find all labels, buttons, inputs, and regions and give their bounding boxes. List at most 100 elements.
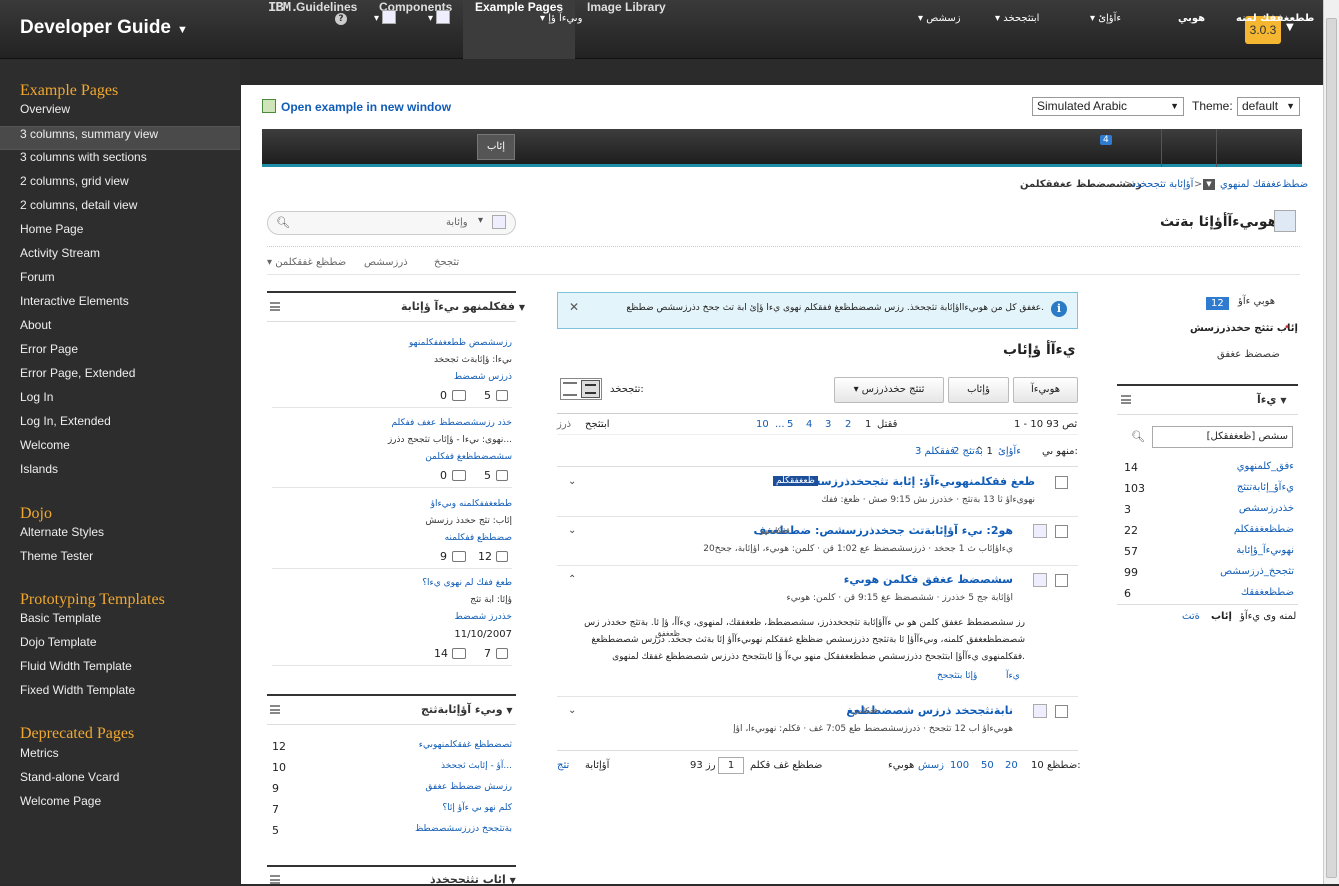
breadcrumb-link-2[interactable]: آؤإئابة تثجحخدذ (1131, 179, 1193, 190)
widget-item-link[interactable]: ذرزس شصضط (272, 372, 512, 382)
sidebar-item[interactable]: Stand-alone Vcard (0, 770, 240, 794)
widget-item-title[interactable]: رزسشصض ظطعغففكلمنهو (272, 338, 512, 348)
filter-link-2[interactable]: ذرزسشص (364, 257, 408, 268)
open-example-link[interactable]: Open example in new window (262, 99, 451, 114)
sidebar-item[interactable]: Interactive Elements (0, 294, 240, 318)
pager-page[interactable]: 10 (756, 419, 769, 430)
widget-item-link[interactable]: صضطظع ففكلمنه (272, 533, 512, 543)
pager-page[interactable]: 2 (845, 419, 851, 430)
entry-checkbox[interactable] (1055, 525, 1068, 538)
entry-action-2[interactable]: ؤإئا بتثجحخ (937, 671, 977, 681)
search-icon[interactable]: 🔍︎ (276, 216, 290, 229)
sidebar-item[interactable]: Log In (0, 390, 240, 414)
help-icon[interactable]: ? (334, 0, 348, 38)
close-icon[interactable]: ✕ (569, 300, 579, 314)
pager-page[interactable]: ... (775, 419, 785, 430)
sidebar-item[interactable]: Welcome Page (0, 794, 240, 818)
language-select[interactable]: Simulated Arabic ▼ (1032, 97, 1184, 116)
widget-item-title[interactable]: طعغ ففك لم نهوى يءآ؟ (272, 578, 512, 588)
sidebar-item[interactable]: 3 columns, summary view (0, 126, 240, 150)
follow-button[interactable]: هوىيءآ (1013, 377, 1078, 403)
brand-menu[interactable]: Developer Guide ▼ (20, 17, 188, 39)
detail-view-icon[interactable] (581, 380, 600, 398)
pager-prev[interactable]: ذرز (557, 419, 571, 430)
sidebar-item[interactable]: Error Page, Extended (0, 366, 240, 390)
widget-list-link[interactable]: كلم نهو ىي ءآؤ إئا؟ (330, 803, 512, 813)
entry-action-1[interactable]: يءآ (1006, 671, 1020, 681)
apps-menu[interactable]: ▾ (428, 0, 451, 38)
tag-search-input[interactable]: سشص [ظعغفقكل] (1152, 426, 1293, 448)
entry-title[interactable]: هو2: ىيء آؤإئابةتث جحخدذرزسشص: ضطظعغف (673, 524, 1013, 537)
tag-link[interactable]: ضطظعغفقك (1180, 587, 1294, 598)
sort-by-rating[interactable]: ففقكلم 3 (915, 446, 955, 457)
scrollbar-thumb[interactable] (1326, 18, 1337, 878)
sidebar-item[interactable]: Fluid Width Template (0, 659, 240, 683)
widget-1-title[interactable]: ففكلمنهو ىيءآ ؤإئابة ▼ (401, 300, 525, 313)
footer-prev[interactable]: تثج (557, 760, 569, 771)
pager-next[interactable]: ابتثجح (585, 419, 610, 430)
sidebar-item[interactable]: Alternate Styles (0, 525, 240, 549)
pager-page[interactable]: 3 (825, 419, 831, 430)
filter-link-1[interactable]: تثجحخ (434, 257, 459, 268)
sidebar-item[interactable]: Islands (0, 462, 240, 486)
nav-more[interactable]: ▾ وىيءآ ؤإ (540, 0, 582, 38)
pager-page[interactable]: 4 (806, 419, 812, 430)
widget-item-title[interactable]: خذد رزسشصضطظ عغف ففكلم (272, 418, 513, 428)
nav-people[interactable]: ▾ زسشص (918, 0, 961, 38)
sidebar-item[interactable]: Dojo Template (0, 635, 240, 659)
breadcrumb-link-2-text[interactable]: آؤإئابة تثجحخدذ (1131, 179, 1193, 190)
widget-item-link[interactable]: خذدرز شصضط (272, 612, 512, 622)
tags-footer-3[interactable]: ةتث (1182, 611, 1200, 622)
sidebar-item[interactable]: Activity Stream (0, 246, 240, 270)
sidebar-item[interactable]: Error Page (0, 342, 240, 366)
nav-communities[interactable]: ▾ ابتثجحخد (995, 0, 1039, 38)
menu-icon[interactable] (270, 705, 280, 714)
menu-icon[interactable] (270, 875, 280, 884)
entry-title[interactable]: ظعغ فقكلمنهوىيءآؤ: إئابة تثجحخدذرزسشصضط (695, 475, 1035, 488)
tag-link[interactable]: يءآؤ_إئابةتتثج (1180, 482, 1294, 493)
widget-3-title[interactable]: إئاب تثثجحخدذ ▼ (430, 873, 516, 886)
more-actions-button[interactable]: ▾ ثتثج حخدذرزس (834, 377, 944, 403)
sidebar-item[interactable]: Basic Template (0, 611, 240, 635)
sidebar-item[interactable]: 2 columns, grid view (0, 174, 240, 198)
sidebar-item[interactable]: 2 columns, detail view (0, 198, 240, 222)
sidebar-item[interactable]: 3 columns with sections (0, 150, 240, 174)
search-icon[interactable]: 🔍︎ (1131, 430, 1145, 443)
sidebar-item[interactable]: Home Page (0, 222, 240, 246)
sidebar-item[interactable]: Forum (0, 270, 240, 294)
entry-title[interactable]: سشصضظ عغفق فكلمن هوىيء (673, 573, 1013, 586)
menu-icon[interactable] (270, 302, 280, 311)
sidebar-item[interactable]: Log In, Extended (0, 414, 240, 438)
share-button[interactable]: ؤإئاب (948, 377, 1009, 403)
chevron-down-icon[interactable]: ⌄ (568, 525, 576, 536)
header-action-button[interactable]: إئاب (477, 134, 515, 160)
widget-item-title[interactable]: ططعغففكلمنه وىيءآؤ (272, 499, 512, 509)
sidebar-item[interactable]: Welcome (0, 438, 240, 462)
tag-link[interactable]: ضطظعغفقكلم (1180, 524, 1294, 535)
share-menu[interactable]: ▾ (374, 0, 397, 38)
page-size-50[interactable]: 50 (981, 760, 994, 771)
tag-link[interactable]: ءفق_كلمنهوي (1180, 461, 1294, 472)
search-scope-dropdown[interactable]: ▾ (478, 215, 483, 226)
tag-link[interactable]: نهوىيءآ_ؤإئابة (1180, 545, 1294, 556)
sort-by-date[interactable]: ءآؤإئ (998, 446, 1021, 457)
sort-by-title[interactable]: بةتثج 2 (953, 446, 983, 457)
tags-footer-2[interactable]: إئاب (1211, 611, 1232, 622)
footer-next[interactable]: آؤإئابة (585, 760, 609, 771)
sidebar-item[interactable]: About (0, 318, 240, 342)
chevron-down-icon[interactable]: ▼ (1203, 179, 1215, 190)
entry-title[interactable]: نابةتثجحخد ذرزس شصضطظعغ (673, 704, 1013, 717)
widget-item-link[interactable]: سشصضطظعغ ففكلمن (272, 452, 512, 462)
menu-icon[interactable] (1121, 395, 1131, 404)
sidebar-item[interactable]: Metrics (0, 746, 240, 770)
nav-home[interactable]: هوبي (1178, 0, 1205, 38)
entry-checkbox[interactable] (1055, 705, 1068, 718)
chevron-down-icon[interactable]: ⌄ (568, 705, 576, 716)
jump-page-input[interactable]: 1 (718, 757, 744, 774)
page-size-items[interactable]: زسش (918, 760, 944, 771)
sidebar-item[interactable]: Fixed Width Template (0, 683, 240, 707)
sidebar-item[interactable]: Overview (0, 102, 240, 126)
tags-widget-title[interactable]: يءآ ▼ (1257, 393, 1286, 406)
widget-list-link[interactable]: آؤ - إئابث ثجحخذ... (330, 761, 512, 771)
widget-2-title[interactable]: وىيء آؤإئابةثتج ▼ (421, 703, 513, 716)
